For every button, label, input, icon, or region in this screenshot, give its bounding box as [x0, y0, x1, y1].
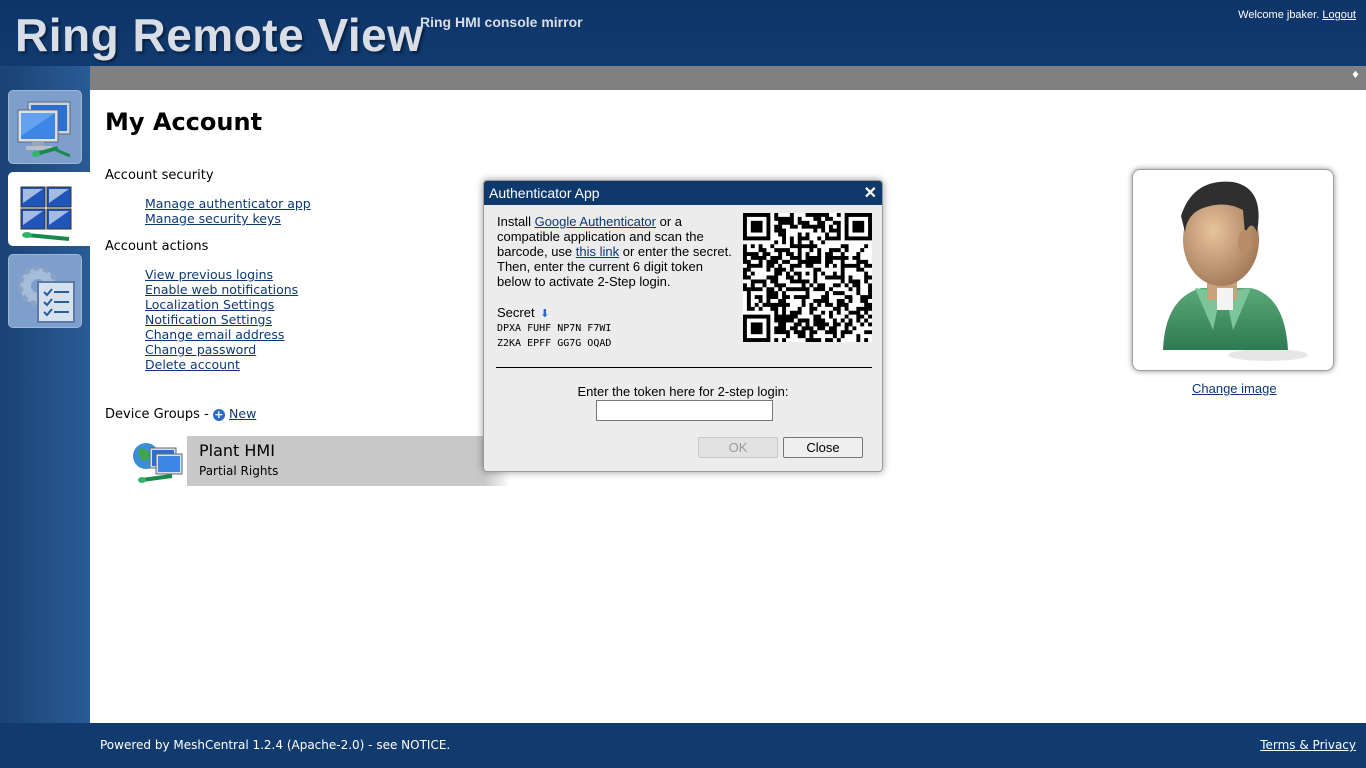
account-actions-links: View previous logins Enable web notifica… [145, 267, 298, 372]
close-icon[interactable]: ✕ [864, 183, 877, 203]
token-input[interactable] [596, 400, 773, 421]
welcome-area: Welcome jbaker. Logout [1238, 9, 1356, 21]
ok-button[interactable]: OK [698, 437, 778, 458]
change-email-link[interactable]: Change email address [145, 327, 298, 342]
download-icon[interactable]: ⬇ [540, 308, 549, 320]
page-title: My Account [105, 108, 263, 136]
manage-authenticator-link[interactable]: Manage authenticator app [145, 196, 311, 211]
manage-security-keys-link[interactable]: Manage security keys [145, 211, 311, 226]
sidebar-item-my-account[interactable] [8, 172, 90, 246]
computers-icon [17, 101, 71, 158]
footer: Powered by MeshCentral 1.2.4 (Apache-2.0… [0, 723, 1366, 768]
device-group-row[interactable]: Plant HMI Partial Rights [132, 436, 510, 486]
view-previous-logins-link[interactable]: View previous logins [145, 267, 298, 282]
dialog-titlebar: Authenticator App ✕ [484, 181, 882, 205]
toggle-icon[interactable]: ♦ [1351, 70, 1360, 81]
token-label: Enter the token here for 2-step login: [577, 384, 789, 399]
terms-privacy-link[interactable]: Terms & Privacy [1260, 738, 1356, 752]
sidebar-item-devices[interactable] [8, 90, 82, 164]
secret-code: DPXA FUHF NP7N F7WI Z2KA EPFF GG7G OQAD [497, 321, 611, 351]
new-group-link[interactable]: New [229, 406, 256, 421]
group-rights: Partial Rights [199, 464, 279, 478]
secret-line-1: DPXA FUHF NP7N F7WI [497, 323, 612, 334]
delete-account-link[interactable]: Delete account [145, 357, 298, 372]
group-name: Plant HMI [199, 441, 275, 460]
add-icon[interactable]: + [212, 409, 225, 421]
settings-checklist-icon [17, 265, 75, 323]
secret-label-row: Secret ⬇ [497, 305, 549, 320]
top-toolbar: ♦ [90, 66, 1366, 90]
authenticator-dialog: Authenticator App ✕ Install Google Authe… [483, 180, 883, 472]
device-group-icon [133, 443, 183, 483]
footer-text: Powered by MeshCentral 1.2.4 (Apache-2.0… [100, 738, 451, 752]
dialog-title: Authenticator App [489, 185, 600, 201]
welcome-text: Welcome jbaker. [1238, 9, 1320, 21]
account-actions-heading: Account actions [105, 239, 209, 254]
account-security-heading: Account security [105, 168, 214, 183]
header: Ring Remote View Ring HMI console mirror… [0, 0, 1366, 66]
secret-label: Secret [497, 305, 535, 320]
device-groups-label: Device Groups - [105, 407, 209, 422]
app-title: Ring Remote View [15, 9, 424, 61]
app-subtitle: Ring HMI console mirror [420, 14, 583, 30]
dialog-instructions: Install Google Authenticator or a compat… [497, 214, 737, 289]
device-groups-heading: Device Groups - + New [105, 406, 256, 422]
enable-web-notifications-link[interactable]: Enable web notifications [145, 282, 298, 297]
notification-settings-link[interactable]: Notification Settings [145, 312, 298, 327]
google-authenticator-link[interactable]: Google Authenticator [535, 214, 656, 229]
logout-link[interactable]: Logout [1322, 9, 1356, 21]
localization-settings-link[interactable]: Localization Settings [145, 297, 298, 312]
sidebar [0, 66, 90, 723]
account-computers-icon [20, 186, 72, 241]
account-security-links: Manage authenticator app Manage security… [145, 196, 311, 226]
user-avatar-icon [1163, 181, 1308, 361]
this-link[interactable]: this link [576, 244, 619, 259]
close-button[interactable]: Close [783, 437, 863, 458]
sidebar-item-settings[interactable] [8, 254, 82, 328]
divider [496, 367, 872, 368]
avatar [1132, 169, 1334, 371]
change-password-link[interactable]: Change password [145, 342, 298, 357]
qr-code [743, 213, 872, 342]
secret-line-2: Z2KA EPFF GG7G OQAD [497, 338, 612, 349]
change-image-link[interactable]: Change image [1192, 381, 1277, 396]
instructions-text-1: Install [497, 214, 535, 229]
